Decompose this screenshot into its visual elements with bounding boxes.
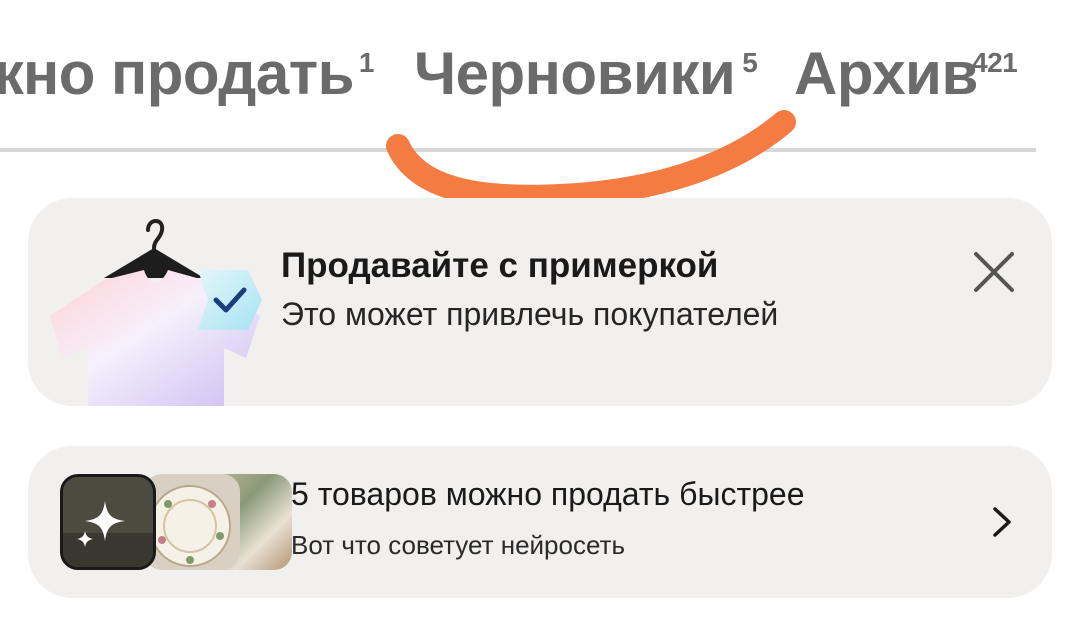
tab-drafts-count: 5 (742, 47, 758, 78)
ai-suggestions-subtitle: Вот что советует нейросеть (291, 530, 626, 560)
ai-suggestions-title: 5 товаров можно продать быстрее (291, 476, 805, 512)
close-icon[interactable] (972, 250, 1016, 294)
tab-sellable-label: жно продать (0, 40, 355, 107)
tab-divider (0, 148, 1036, 152)
promo-title: Продавайте с примеркой (281, 246, 719, 285)
plate-image (144, 474, 240, 570)
tab-sellable[interactable]: жно продать 1 (0, 36, 375, 112)
tab-drafts[interactable]: Черновики 5 (414, 36, 758, 112)
tab-archive-label: Архив (794, 40, 978, 107)
tab-bar: жно продать 1 Черновики 5 Архив 421 (0, 0, 1080, 160)
tab-sellable-count: 1 (358, 47, 375, 78)
ai-suggestions-card[interactable]: 5 товаров можно продать быстрее Вот что … (28, 446, 1052, 598)
tab-archive-count: 421 (972, 47, 1018, 78)
product-thumbnail (60, 474, 156, 570)
try-on-promo-card[interactable]: Продавайте с примеркой Это может привлеч… (28, 198, 1052, 406)
product-thumbnails (60, 474, 292, 570)
tab-archive[interactable]: Архив 421 (794, 36, 1018, 112)
tab-drafts-label: Черновики (414, 40, 736, 107)
sparkle-icon (63, 477, 153, 567)
chevron-right-icon[interactable] (992, 506, 1012, 538)
product-thumbnail (144, 474, 240, 570)
tshirt-on-hanger-icon (50, 219, 262, 406)
promo-subtitle: Это может привлечь покупателей (281, 296, 779, 332)
